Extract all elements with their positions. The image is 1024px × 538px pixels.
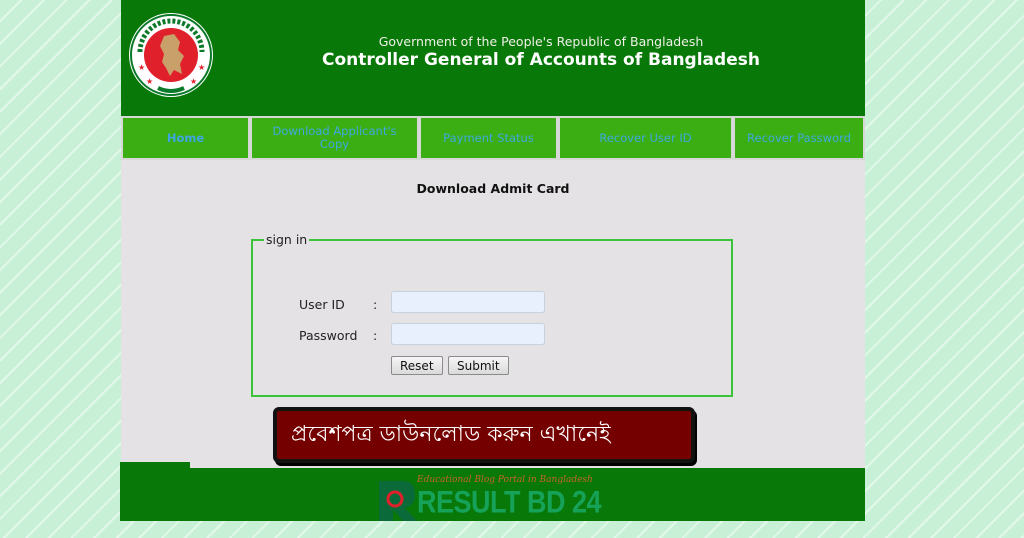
page-container: ★ ★ ★ ★ Government of the People's Repub…: [121, 0, 865, 468]
password-separator: :: [373, 328, 378, 343]
nav-item-recover-password[interactable]: Recover Password: [733, 116, 865, 160]
reset-button[interactable]: Reset: [391, 356, 443, 375]
user-id-label: User ID: [299, 297, 345, 312]
nav-item-download-applicants-copy[interactable]: Download Applicant's Copy: [250, 116, 419, 160]
organization-title: Controller General of Accounts of Bangla…: [322, 50, 760, 70]
download-admit-card-banner[interactable]: প্রবেশপত্র ডাউনলোড করুন এখানেই: [273, 407, 695, 463]
svg-text:★: ★: [190, 77, 197, 86]
svg-text:★: ★: [138, 63, 145, 72]
nav-item-recover-user-id[interactable]: Recover User ID: [558, 116, 733, 160]
logo-tagline: Educational Blog Portal in Bangladesh: [417, 475, 593, 485]
password-label: Password: [299, 328, 358, 343]
main-navigation: Home Download Applicant's Copy Payment S…: [121, 116, 865, 160]
nav-item-home[interactable]: Home: [121, 116, 250, 160]
result-bd24-logo-icon: [379, 481, 417, 521]
site-footer: Educational Blog Portal in Bangladesh RE…: [120, 468, 865, 521]
page-title: Download Admit Card: [416, 181, 570, 196]
government-emblem-icon: ★ ★ ★ ★: [129, 13, 213, 97]
password-input[interactable]: [391, 323, 545, 345]
sign-in-legend: sign in: [266, 232, 308, 247]
svg-text:★: ★: [198, 63, 205, 72]
user-id-input[interactable]: [391, 291, 545, 313]
sign-in-form: sign in User ID : Password : Reset Submi…: [251, 232, 733, 397]
submit-button[interactable]: Submit: [448, 356, 509, 375]
site-header: ★ ★ ★ ★ Government of the People's Repub…: [121, 0, 865, 116]
logo-name: RESULT BD 24: [417, 485, 602, 520]
nav-item-payment-status[interactable]: Payment Status: [419, 116, 558, 160]
svg-text:★: ★: [146, 77, 153, 86]
user-id-separator: :: [373, 297, 378, 312]
government-subtitle: Government of the People's Republic of B…: [378, 34, 704, 49]
